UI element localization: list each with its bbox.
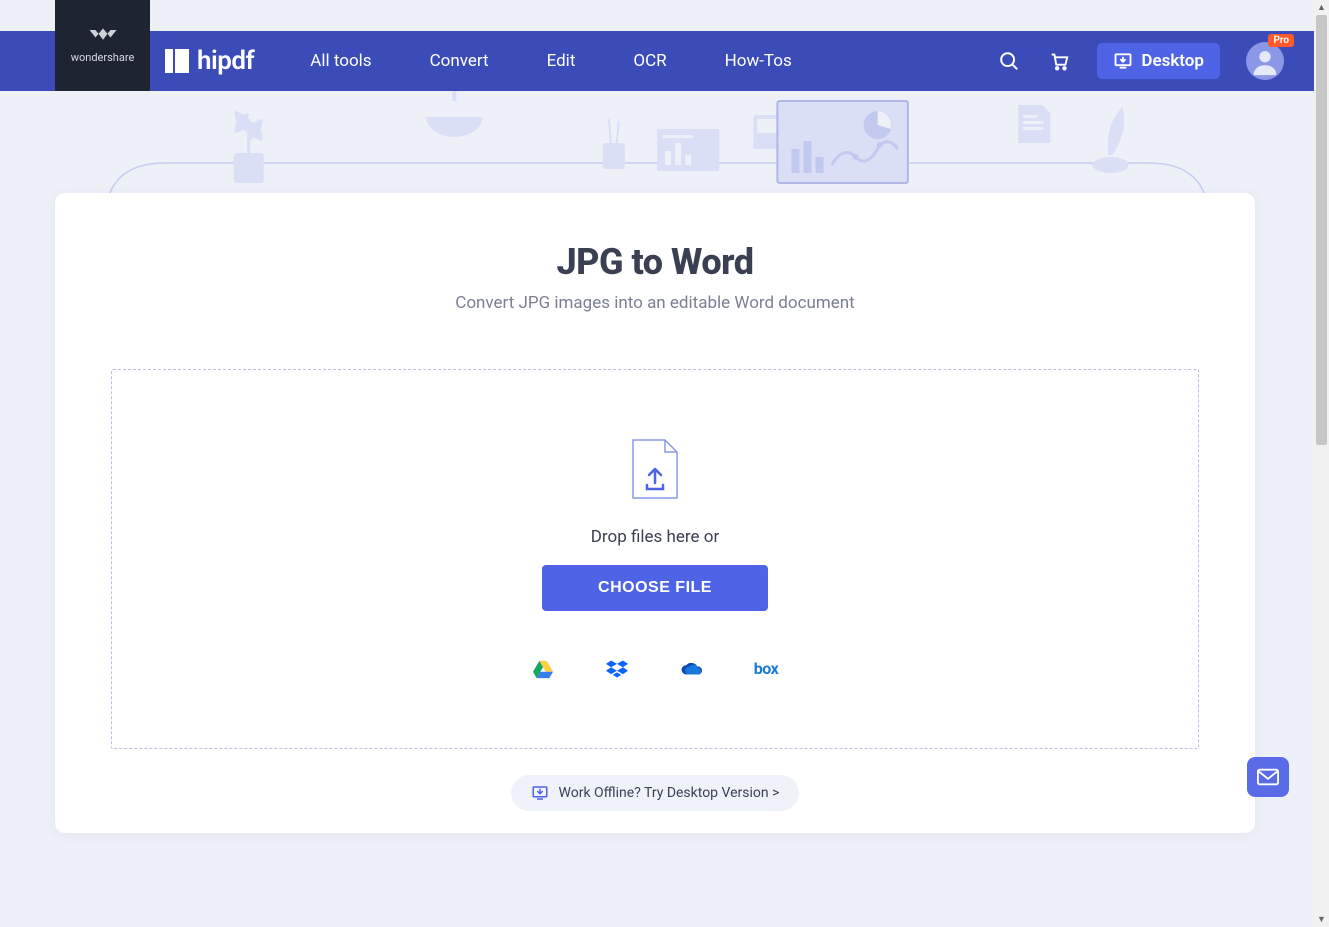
drop-instruction: Drop files here or: [591, 527, 719, 547]
scroll-up-arrow[interactable]: ▲: [1314, 0, 1329, 15]
onedrive-icon[interactable]: [680, 659, 702, 679]
search-icon[interactable]: [997, 49, 1021, 73]
file-dropzone[interactable]: Drop files here or CHOOSE FILE box: [111, 369, 1199, 749]
scroll-thumb[interactable]: [1316, 15, 1327, 445]
nav-item-all-tools[interactable]: All tools: [310, 51, 371, 71]
nav-item-convert[interactable]: Convert: [430, 51, 489, 71]
desktop-button[interactable]: Desktop: [1097, 43, 1220, 79]
offline-desktop-link[interactable]: Work Offline? Try Desktop Version >: [511, 775, 800, 811]
hipdf-logo-icon: [165, 49, 189, 73]
converter-card: JPG to Word Convert JPG images into an e…: [55, 193, 1255, 833]
scroll-down-arrow[interactable]: ▼: [1314, 912, 1329, 927]
offline-text: Work Offline? Try Desktop Version >: [559, 785, 780, 801]
box-label: box: [754, 659, 779, 678]
hipdf-logo-text: hipdf: [197, 46, 254, 76]
wondershare-brand-block[interactable]: wondershare: [55, 0, 150, 91]
mail-icon: [1257, 768, 1279, 786]
user-avatar[interactable]: Pro: [1246, 42, 1284, 80]
dropbox-icon[interactable]: [606, 659, 628, 679]
desktop-button-label: Desktop: [1141, 51, 1204, 71]
cart-icon[interactable]: [1047, 49, 1071, 73]
wondershare-label: wondershare: [71, 51, 135, 64]
decorative-banner: [0, 91, 1314, 201]
hipdf-logo[interactable]: hipdf: [165, 46, 254, 76]
nav-item-how-tos[interactable]: How-Tos: [725, 51, 792, 71]
google-drive-icon[interactable]: [532, 659, 554, 679]
page-title: JPG to Word: [111, 241, 1199, 283]
feedback-mail-button[interactable]: [1247, 757, 1289, 797]
cloud-source-row: box: [532, 659, 779, 679]
nav-item-ocr[interactable]: OCR: [633, 51, 666, 71]
avatar-icon: [1246, 42, 1284, 80]
top-strip: [0, 0, 1329, 31]
nav-menu: All tools Convert Edit OCR How-Tos: [310, 51, 791, 71]
choose-file-button[interactable]: CHOOSE FILE: [542, 565, 768, 611]
nav-item-edit[interactable]: Edit: [547, 51, 576, 71]
vertical-scrollbar[interactable]: ▲ ▼: [1314, 0, 1329, 927]
scroll-track[interactable]: [1314, 15, 1329, 912]
wondershare-logo-icon: [88, 27, 118, 45]
main-navbar: hipdf All tools Convert Edit OCR How-Tos…: [0, 31, 1314, 91]
download-icon: [531, 784, 549, 802]
download-desktop-icon: [1113, 51, 1133, 71]
box-icon[interactable]: box: [754, 659, 779, 679]
pro-badge: Pro: [1268, 34, 1294, 47]
upload-file-icon: [632, 439, 678, 499]
page-subtitle: Convert JPG images into an editable Word…: [111, 293, 1199, 313]
